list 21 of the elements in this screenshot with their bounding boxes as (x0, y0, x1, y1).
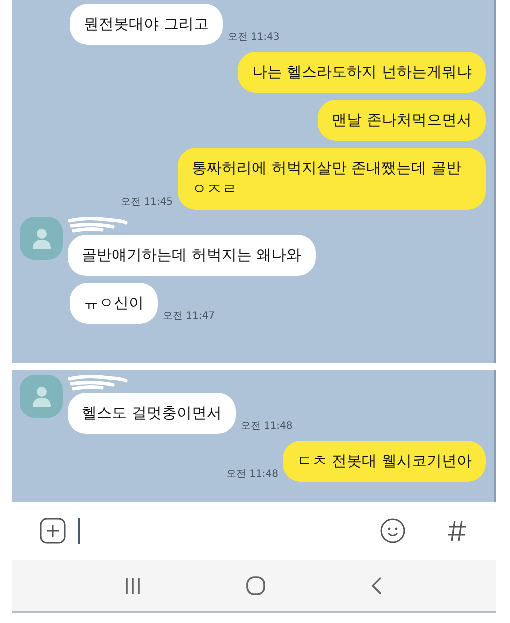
message-time: 오전 11:45 (121, 196, 173, 210)
emoji-icon[interactable] (380, 518, 406, 544)
message-time: 오전 11:43 (228, 31, 280, 45)
message-bubble: 맨날 존나처먹으면서 (318, 100, 486, 141)
message-bubble: ㅠㅇ신이 (70, 283, 158, 324)
message-time: 오전 11:48 (226, 468, 278, 482)
message-time: 오전 11:47 (163, 310, 215, 324)
home-icon[interactable] (246, 576, 266, 596)
message-bubble: ㄷㅊ 전봇대 웰시코기년아 (283, 441, 486, 482)
plus-icon[interactable] (40, 518, 66, 544)
back-icon[interactable] (370, 576, 384, 596)
scribble-mark (68, 375, 128, 391)
recent-apps-icon[interactable] (124, 576, 142, 594)
message-bubble: 골반얘기하는데 허벅지는 왜나와 (68, 235, 316, 276)
hashtag-icon[interactable] (446, 519, 468, 543)
scribble-mark (68, 217, 128, 233)
message-bubble: 헬스도 걸멋충이면서 (68, 393, 236, 434)
message-time: 오전 11:48 (240, 420, 293, 434)
message-bubble: 통짜허리에 허벅지살만 존내쨌는데 골반 ㅇㅈㄹ (178, 148, 486, 210)
message-bubble: 나는 헬스라도하지 넌하는게뭐냐 (238, 52, 486, 93)
message-bubble: 뭔전봇대야 그리고 (70, 4, 223, 45)
